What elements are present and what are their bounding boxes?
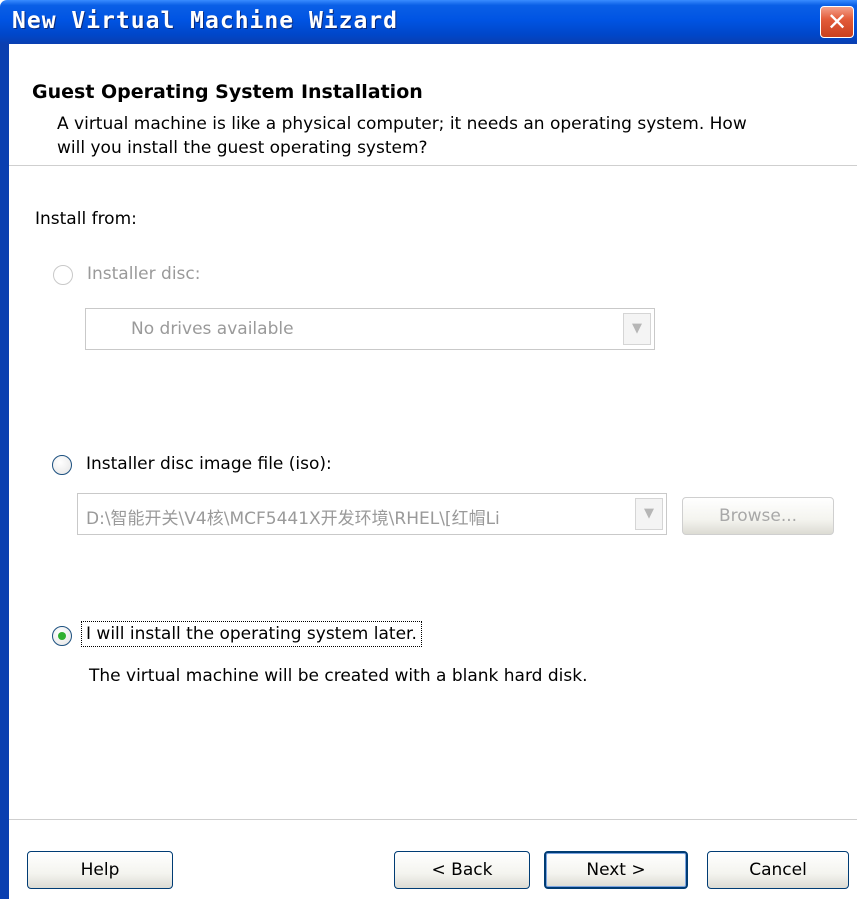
wizard-content: Install from: Installer disc: No drives … — [9, 166, 857, 899]
window-frame — [0, 44, 9, 899]
window-title: New Virtual Machine Wizard — [12, 8, 399, 34]
iso-image-radio[interactable] — [52, 455, 72, 475]
cancel-button[interactable]: Cancel — [707, 851, 849, 889]
page-title: Guest Operating System Installation — [32, 81, 423, 103]
install-later-description: The virtual machine will be created with… — [89, 666, 588, 686]
install-later-radio[interactable] — [52, 626, 72, 646]
install-later-label: I will install the operating system late… — [81, 621, 422, 647]
iso-path-dropdown[interactable]: D:\智能开关\V4核\MCF5441X开发环境\RHEL\[红帽Li ▼ — [77, 493, 667, 535]
chevron-down-icon: ▼ — [635, 498, 663, 530]
installer-disc-dropdown[interactable]: No drives available ▼ — [85, 308, 655, 350]
page-description: A virtual machine is like a physical com… — [57, 114, 747, 158]
installer-disc-radio[interactable] — [53, 265, 73, 285]
install-from-label: Install from: — [35, 209, 137, 229]
footer-separator — [9, 819, 857, 821]
installer-disc-label: Installer disc: — [87, 264, 201, 284]
next-button[interactable]: Next > — [544, 851, 688, 889]
title-bar: New Virtual Machine Wizard ✕ — [0, 0, 857, 44]
back-button[interactable]: < Back — [394, 851, 530, 889]
chevron-down-icon: ▼ — [623, 313, 651, 345]
wizard-header: Guest Operating System Installation A vi… — [9, 44, 857, 166]
iso-image-label: Installer disc image file (iso): — [86, 454, 332, 474]
help-button[interactable]: Help — [27, 851, 173, 889]
iso-path-value: D:\智能开关\V4核\MCF5441X开发环境\RHEL\[红帽Li — [86, 509, 500, 529]
close-button[interactable]: ✕ — [820, 6, 854, 38]
browse-button[interactable]: Browse... — [682, 497, 834, 535]
radio-selected-dot — [58, 632, 66, 640]
close-icon: ✕ — [826, 8, 848, 36]
installer-disc-value: No drives available — [131, 319, 294, 339]
